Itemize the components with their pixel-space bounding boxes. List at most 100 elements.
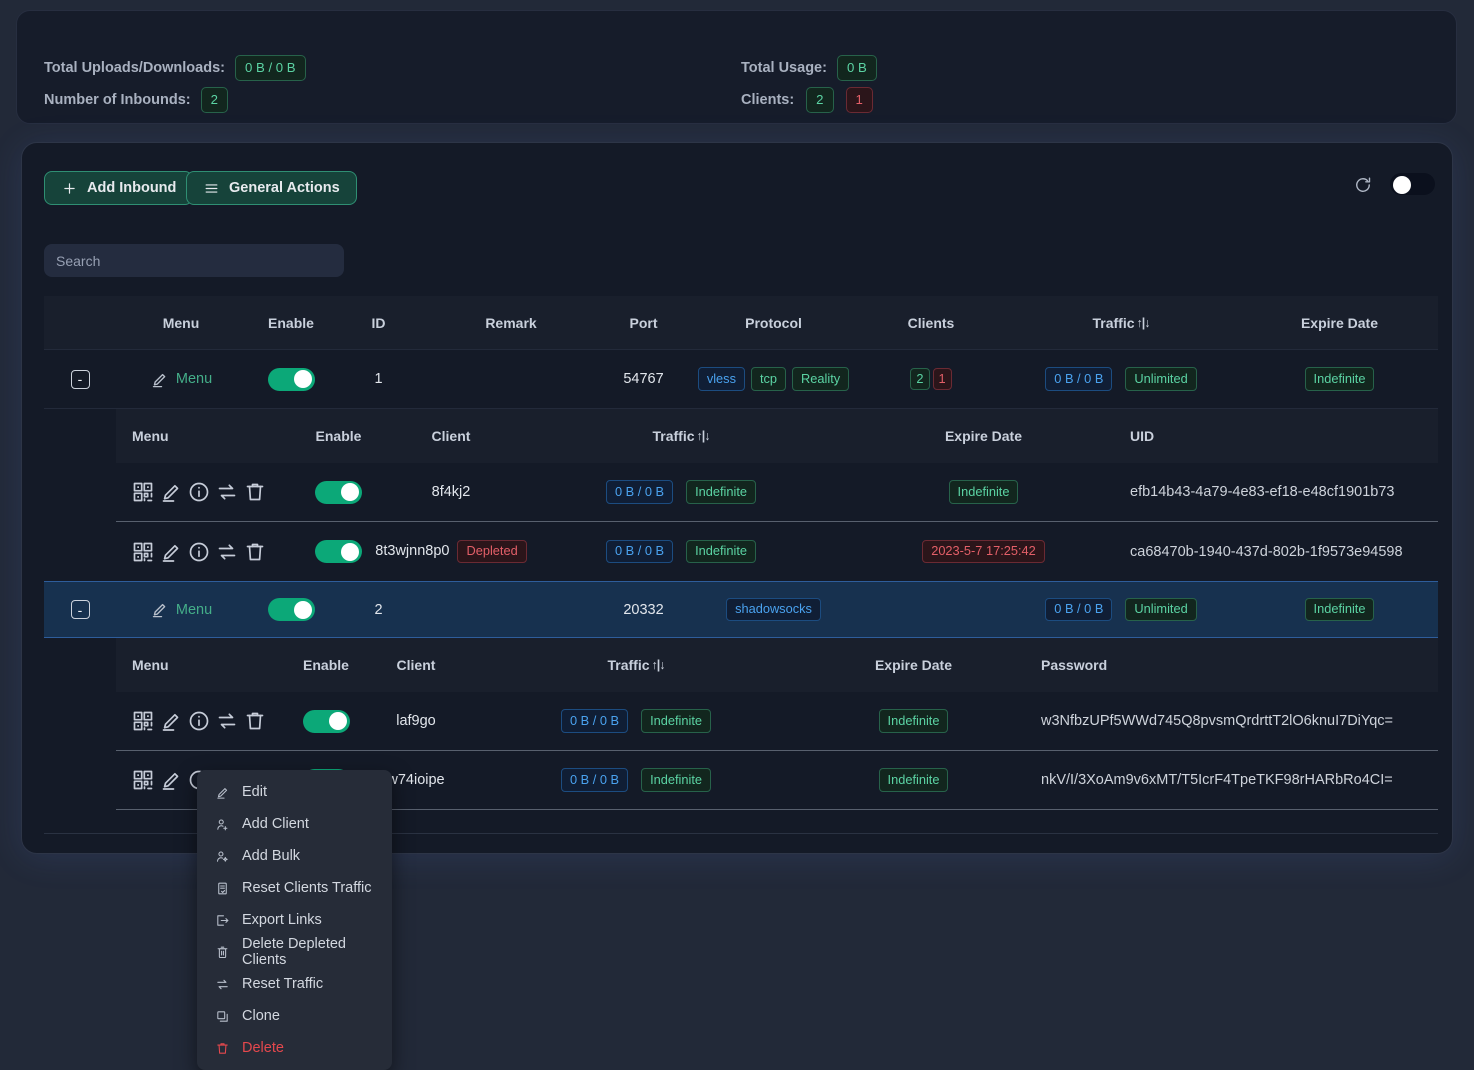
- client-enable-cell: [286, 692, 366, 750]
- context-menu-item-add-client[interactable]: Add Client: [197, 808, 392, 840]
- column-header-port: Port: [601, 296, 686, 349]
- context-menu-item-edit[interactable]: Edit: [197, 776, 392, 808]
- qr-code-icon[interactable]: [131, 480, 155, 504]
- column-header-traffic: Traffic↑|↓: [511, 409, 851, 463]
- context-menu-item-export-links[interactable]: Export Links: [197, 904, 392, 936]
- green-badge: Indefinite: [686, 540, 756, 564]
- column-header-traffic: Traffic↑|↓: [466, 638, 806, 692]
- edit-icon[interactable]: [159, 768, 183, 792]
- qr-code-icon[interactable]: [131, 709, 155, 733]
- column-header-client: Client: [391, 409, 511, 463]
- client-actions-cell: [116, 692, 286, 750]
- inbound-menu-button[interactable]: Menu: [150, 370, 212, 389]
- context-menu-item-delete[interactable]: Delete: [197, 1032, 392, 1064]
- add-inbound-button[interactable]: Add Inbound: [44, 171, 193, 205]
- column-header-label: Menu: [132, 428, 169, 444]
- trash-icon[interactable]: [243, 709, 267, 733]
- client-name-cell: 8t3wjnn8p0Depleted: [391, 522, 511, 581]
- client-uid: efb14b43-4a79-4e83-ef18-e48cf1901b73: [1130, 484, 1394, 500]
- context-menu-item-add-bulk[interactable]: Add Bulk: [197, 840, 392, 872]
- red-badge: 1: [933, 368, 952, 391]
- qr-code-icon[interactable]: [131, 768, 155, 792]
- edit-icon: [215, 785, 230, 800]
- sort-icon[interactable]: ↑|↓: [697, 429, 710, 443]
- inbound-menu-button[interactable]: Menu: [150, 600, 212, 619]
- green-badge: Indefinite: [1305, 367, 1375, 391]
- collapse-row-button[interactable]: -: [71, 600, 90, 619]
- column-header-label: Client: [432, 428, 471, 444]
- info-circle-icon[interactable]: [187, 709, 211, 733]
- hamburger-icon: [203, 180, 220, 197]
- column-header-id: ID: [336, 296, 421, 349]
- reset-icon[interactable]: [215, 540, 239, 564]
- qr-code-icon[interactable]: [131, 540, 155, 564]
- enable-toggle[interactable]: [303, 710, 350, 733]
- sort-icon[interactable]: ↑|↓: [1137, 316, 1150, 330]
- client-name: w74ioipe: [387, 772, 444, 788]
- column-header-label: ID: [372, 315, 386, 331]
- reset-icon[interactable]: [215, 709, 239, 733]
- client-password: w3NfbzUPf5WWd745Q8pvsmQrdrttT2lO6knuI7Di…: [1041, 713, 1393, 729]
- header-toggle[interactable]: [1390, 173, 1435, 195]
- enable-toggle[interactable]: [268, 368, 315, 391]
- edit-icon[interactable]: [159, 540, 183, 564]
- green-badge: 2: [201, 87, 228, 113]
- context-menu-item-label: Add Bulk: [242, 848, 300, 864]
- edit-icon[interactable]: [159, 709, 183, 733]
- collapse-row-button[interactable]: -: [71, 370, 90, 389]
- edit-icon[interactable]: [159, 480, 183, 504]
- reset-icon[interactable]: [215, 480, 239, 504]
- column-header-label: Port: [630, 315, 658, 331]
- column-header-expire-date: Expire Date: [1241, 296, 1438, 349]
- client-uid: ca68470b-1940-437d-802b-1f9573e94598: [1130, 544, 1403, 560]
- green-badge: Indefinite: [686, 480, 756, 504]
- column-header-label: Enable: [316, 428, 362, 444]
- context-menu-item-label: Reset Traffic: [242, 976, 323, 992]
- blue-badge: 0 B / 0 B: [606, 480, 673, 504]
- context-menu-item-reset-traffic[interactable]: Reset Traffic: [197, 968, 392, 1000]
- subtable-header-row: MenuEnableClientTraffic↑|↓Expire DateUID: [116, 409, 1438, 463]
- traffic-badges: 0 B / 0 BIndefinite: [561, 768, 711, 792]
- general-actions-button[interactable]: General Actions: [186, 171, 357, 205]
- client-name-group: laf9go: [396, 713, 436, 729]
- stats-card: Total Uploads/Downloads: 0 B / 0 B Numbe…: [16, 10, 1457, 124]
- context-menu-item-reset-clients-traffic[interactable]: Reset Clients Traffic: [197, 872, 392, 904]
- context-menu-item-clone[interactable]: Clone: [197, 1000, 392, 1032]
- client-traffic-cell: 0 B / 0 BIndefinite: [466, 692, 806, 750]
- column-header-enable: Enable: [286, 638, 366, 692]
- info-circle-icon[interactable]: [187, 480, 211, 504]
- inbounds-card: Add Inbound General Actions Menu Enable ID…: [21, 142, 1453, 854]
- inbound-row[interactable]: -Menu154767vlesstcpReality210 B / 0 BUnl…: [44, 350, 1438, 409]
- sort-icon[interactable]: ↑|↓: [652, 658, 665, 672]
- column-header-label: Password: [1041, 657, 1107, 673]
- trash-icon[interactable]: [243, 480, 267, 504]
- client-actions-cell: [116, 522, 286, 581]
- plus-icon: [61, 180, 78, 197]
- green-badge: Reality: [792, 367, 849, 391]
- expire-cell: Indefinite: [1241, 350, 1438, 408]
- id-cell: 2: [336, 582, 421, 637]
- remark-cell: [421, 350, 601, 408]
- client-row: 8t3wjnn8p0Depleted0 B / 0 BIndefinite202…: [116, 522, 1438, 581]
- stat-total-uploads-downloads: Total Uploads/Downloads: 0 B / 0 B: [44, 56, 306, 80]
- trash-icon[interactable]: [243, 540, 267, 564]
- column-header-label: Enable: [303, 657, 349, 673]
- refresh-icon[interactable]: [1353, 175, 1373, 195]
- inbound-row[interactable]: -Menu220332shadowsocks0 B / 0 BUnlimited…: [44, 581, 1438, 638]
- green-badge: 2: [806, 87, 833, 113]
- client-name: laf9go: [396, 713, 436, 729]
- enable-toggle[interactable]: [315, 540, 362, 563]
- traffic-cell: 0 B / 0 BUnlimited: [1001, 350, 1241, 408]
- enable-toggle[interactable]: [268, 598, 315, 621]
- column-header-protocol: Protocol: [686, 296, 861, 349]
- context-menu-item-delete-depleted-clients[interactable]: Delete Depleted Clients: [197, 936, 392, 968]
- add-inbound-label: Add Inbound: [87, 180, 176, 196]
- clone-icon: [215, 1009, 230, 1024]
- green-badge: Indefinite: [641, 709, 711, 733]
- remark-cell: [421, 582, 601, 637]
- enable-toggle[interactable]: [315, 481, 362, 504]
- inbound-menu-label: Menu: [176, 371, 212, 387]
- context-menu-item-label: Export Links: [242, 912, 322, 928]
- search-input[interactable]: [44, 244, 344, 277]
- info-circle-icon[interactable]: [187, 540, 211, 564]
